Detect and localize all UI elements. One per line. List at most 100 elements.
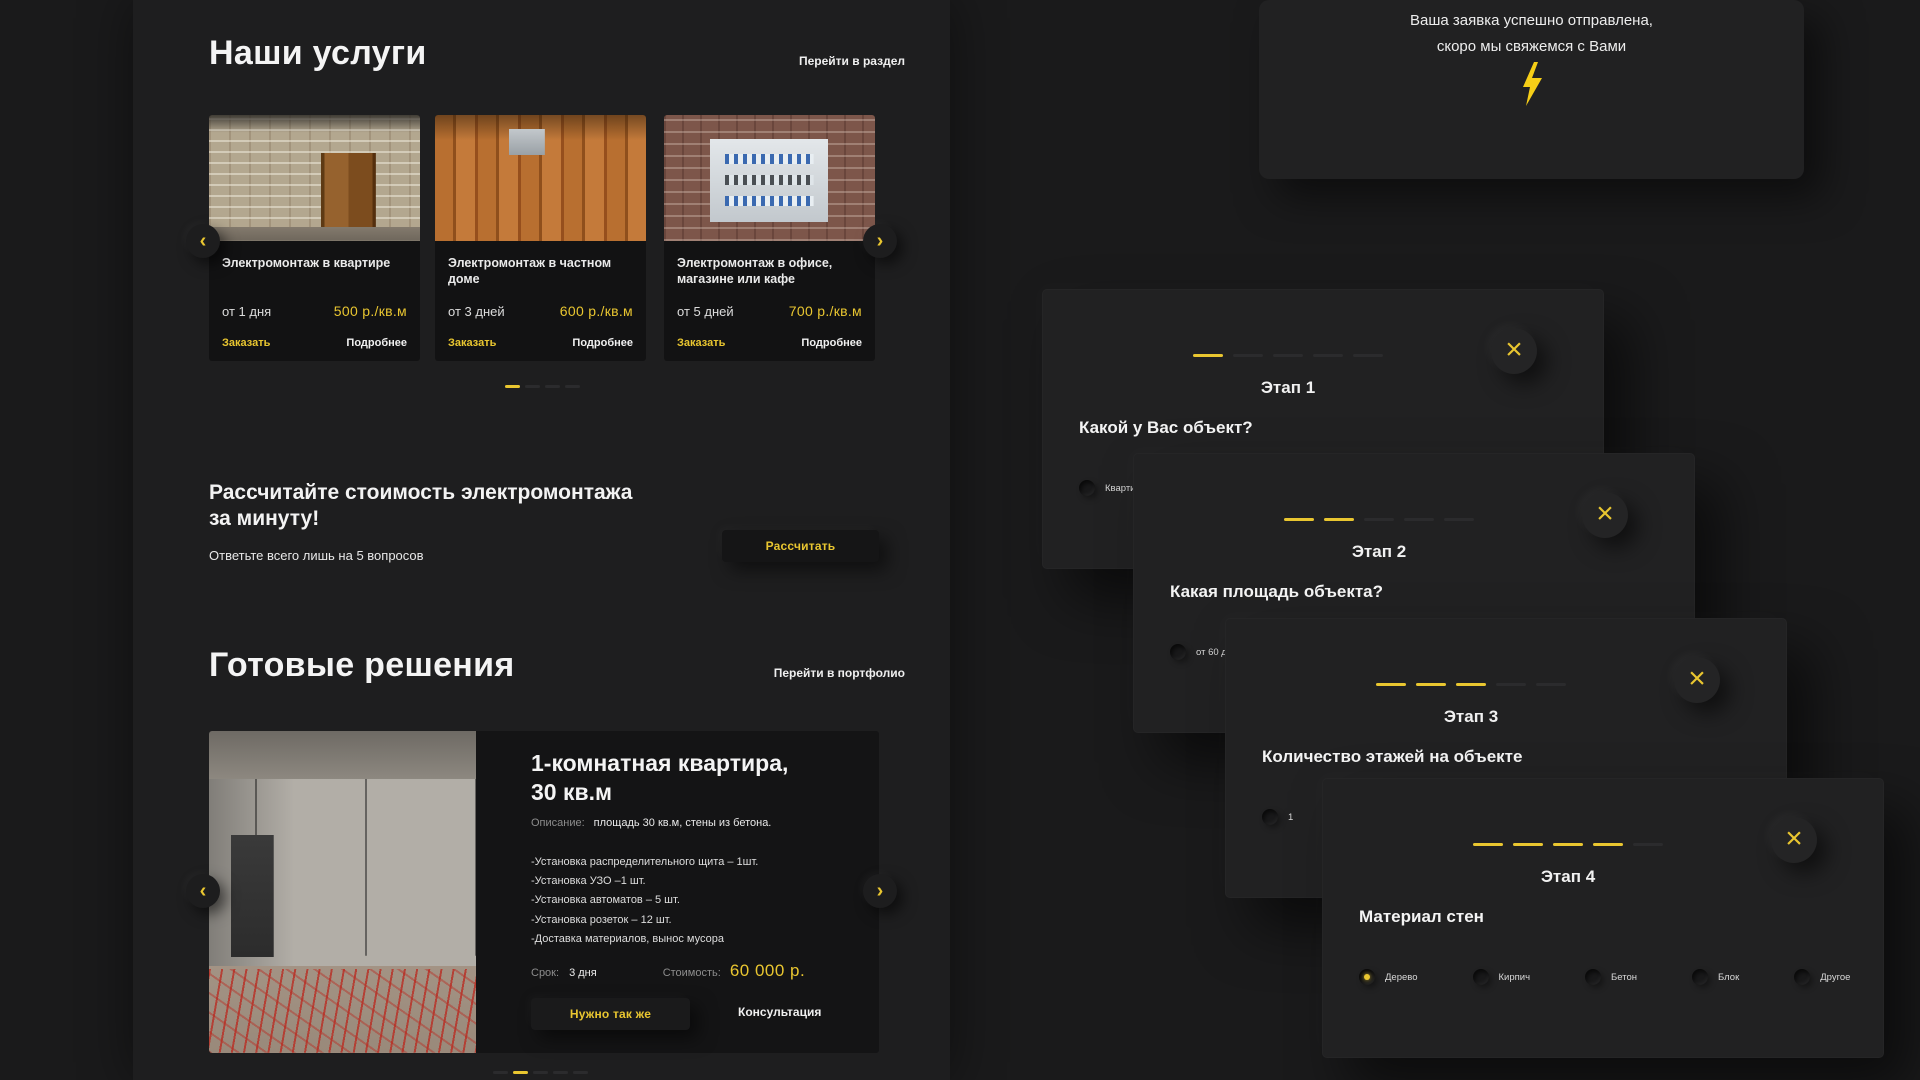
dash xyxy=(1473,843,1503,846)
radio-option[interactable]: Дерево xyxy=(1359,969,1418,985)
description-label: Описание: xyxy=(531,817,585,829)
price-row: от 3 дней 600 р./кв.м xyxy=(448,303,633,319)
services-pagination[interactable] xyxy=(505,385,580,388)
close-icon: × xyxy=(1596,499,1614,529)
radio-circle[interactable] xyxy=(1079,480,1095,496)
details-button[interactable]: Подробнее xyxy=(572,337,633,349)
dash xyxy=(1376,683,1406,686)
dash xyxy=(1193,354,1223,357)
card-actions: Заказать Подробнее xyxy=(677,337,862,349)
details-button[interactable]: Подробнее xyxy=(801,337,862,349)
toast-line1: Ваша заявка успешно отправлена, xyxy=(1259,12,1804,29)
radio-label: Кирпич xyxy=(1499,972,1531,983)
radio-option[interactable]: Блок xyxy=(1692,969,1739,985)
services-prev-button[interactable]: ‹ xyxy=(186,224,220,258)
calculator-heading-line2: за минуту! xyxy=(209,507,319,531)
price-row: от 1 дня 500 р./кв.м xyxy=(222,303,407,319)
radio-option[interactable]: Квартир xyxy=(1079,480,1141,496)
dash xyxy=(1536,683,1566,686)
calculate-button[interactable]: Рассчитать xyxy=(722,530,879,562)
radio-option[interactable]: Кирпич xyxy=(1473,969,1531,985)
chevron-right-icon: › xyxy=(877,231,884,251)
service-card: Электромонтаж в офисе, магазине или кафе… xyxy=(664,115,875,361)
same-project-button[interactable]: Нужно так же xyxy=(531,998,690,1030)
dash[interactable] xyxy=(565,385,580,388)
project-description: Описание: площадь 30 кв.м, стены из бето… xyxy=(531,817,771,829)
radio-option[interactable]: Другое xyxy=(1794,969,1850,985)
radio-label: Блок xyxy=(1718,972,1739,983)
radio-option[interactable]: Бетон xyxy=(1585,969,1637,985)
works-item: -Установка УЗО –1 шт. xyxy=(531,872,758,891)
lightning-bolt-icon xyxy=(1519,62,1545,106)
radio-circle[interactable] xyxy=(1794,969,1810,985)
quiz-options: 1 xyxy=(1262,809,1293,825)
services-section-link[interactable]: Перейти в раздел xyxy=(799,54,905,68)
progress-dashes xyxy=(1193,354,1383,357)
chevron-right-icon: › xyxy=(877,881,884,901)
works-item: -Доставка материалов, вынос мусора xyxy=(531,930,758,949)
order-button[interactable]: Заказать xyxy=(448,337,496,349)
portfolio-prev-button[interactable]: ‹ xyxy=(186,874,220,908)
progress-dashes xyxy=(1284,518,1474,521)
radio-circle[interactable] xyxy=(1473,969,1489,985)
close-icon: × xyxy=(1785,824,1803,854)
dash[interactable] xyxy=(545,385,560,388)
details-button[interactable]: Подробнее xyxy=(346,337,407,349)
works-list: -Установка распределительного щита – 1шт… xyxy=(531,853,758,949)
portfolio-pagination[interactable] xyxy=(493,1071,588,1074)
dash xyxy=(1404,518,1434,521)
dash[interactable] xyxy=(493,1071,508,1074)
close-icon: × xyxy=(1688,664,1706,694)
close-icon: × xyxy=(1505,335,1523,365)
dash[interactable] xyxy=(533,1071,548,1074)
dash xyxy=(1633,843,1663,846)
dash[interactable] xyxy=(573,1071,588,1074)
design-canvas: Наши услуги Перейти в раздел Электромонт… xyxy=(0,0,1920,1080)
radio-circle[interactable] xyxy=(1359,969,1375,985)
card-actions: Заказать Подробнее xyxy=(222,337,407,349)
dash xyxy=(1456,683,1486,686)
toast-line2: скоро мы свяжемся с Вами xyxy=(1259,38,1804,55)
radio-circle[interactable] xyxy=(1585,969,1601,985)
quiz-options: Дерево Кирпич Бетон Блок Другое xyxy=(1359,969,1850,985)
close-button[interactable]: × xyxy=(1582,492,1628,538)
dash xyxy=(1353,354,1383,357)
card-actions: Заказать Подробнее xyxy=(448,337,633,349)
close-button[interactable]: × xyxy=(1674,657,1720,703)
dash[interactable] xyxy=(513,1071,528,1074)
dash xyxy=(1416,683,1446,686)
radio-label: Дерево xyxy=(1385,972,1418,983)
radio-circle[interactable] xyxy=(1692,969,1708,985)
progress-dashes xyxy=(1473,843,1663,846)
close-button[interactable]: × xyxy=(1491,328,1537,374)
quiz-question: Какой у Вас объект? xyxy=(1079,418,1253,438)
dash[interactable] xyxy=(505,385,520,388)
radio-option[interactable]: 1 xyxy=(1262,809,1293,825)
term-value: 3 дня xyxy=(569,967,597,979)
duration-text: от 5 дней xyxy=(677,304,734,319)
service-card: Электромонтаж в частном доме от 3 дней 6… xyxy=(435,115,646,361)
consultation-button[interactable]: Консультация xyxy=(738,1005,821,1019)
radio-option[interactable]: от 60 до xyxy=(1170,644,1232,660)
apartment-photo xyxy=(209,115,420,241)
close-button[interactable]: × xyxy=(1771,817,1817,863)
portfolio-next-button[interactable]: › xyxy=(863,874,897,908)
calculator-subtitle: Ответьте всего лишь на 5 вопросов xyxy=(209,548,424,563)
works-item: -Установка автоматов – 5 шт. xyxy=(531,891,758,910)
works-item: -Установка распределительного щита – 1шт… xyxy=(531,853,758,872)
description-value: площадь 30 кв.м, стены из бетона. xyxy=(594,817,772,829)
quiz-question: Количество этажей на объекте xyxy=(1262,747,1522,767)
radio-circle[interactable] xyxy=(1170,644,1186,660)
dash[interactable] xyxy=(553,1071,568,1074)
success-toast: Ваша заявка успешно отправлена, скоро мы… xyxy=(1259,0,1804,179)
order-button[interactable]: Заказать xyxy=(222,337,270,349)
step-title: Этап 4 xyxy=(1473,867,1663,887)
order-button[interactable]: Заказать xyxy=(677,337,725,349)
radio-label: Другое xyxy=(1820,972,1850,983)
dash[interactable] xyxy=(525,385,540,388)
portfolio-section-link[interactable]: Перейти в портфолио xyxy=(774,666,905,680)
radio-circle[interactable] xyxy=(1262,809,1278,825)
quiz-question: Материал стен xyxy=(1359,907,1484,927)
term-label: Срок: xyxy=(531,967,559,979)
services-next-button[interactable]: › xyxy=(863,224,897,258)
